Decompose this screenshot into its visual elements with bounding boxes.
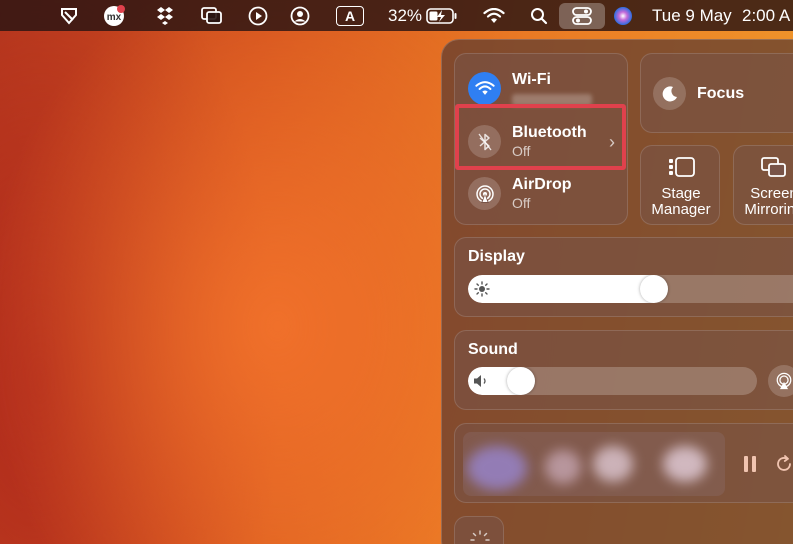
- battery-percent: 32%: [388, 0, 422, 31]
- date-text: Tue 9 May: [652, 5, 732, 25]
- speaker-icon: [473, 374, 491, 393]
- brightness-sun-icon: [469, 529, 491, 544]
- window-stack-icon[interactable]: [198, 0, 226, 31]
- wifi-icon[interactable]: [481, 0, 507, 31]
- screen-mirroring-tile[interactable]: Screen Mirroring: [733, 145, 793, 225]
- airdrop-status: Off: [512, 195, 531, 211]
- bottom-tile-partial[interactable]: [454, 516, 504, 544]
- siri-icon[interactable]: [611, 0, 635, 31]
- stage-manager-line1: Stage: [661, 185, 701, 202]
- screen-mirroring-line2: Mirroring: [744, 201, 793, 218]
- stage-manager-icon: [668, 156, 696, 183]
- display-title: Display: [468, 248, 525, 265]
- focus-label: Focus: [697, 85, 745, 102]
- screen-mirroring-icon: [761, 156, 787, 183]
- volume-slider[interactable]: [468, 367, 757, 395]
- stage-manager-tile[interactable]: Stage Manager: [640, 145, 720, 225]
- airplay-audio-icon[interactable]: [768, 365, 793, 397]
- svg-text:mx: mx: [107, 12, 122, 23]
- sun-icon: [474, 281, 490, 302]
- airdrop-row[interactable]: AirDrop Off: [468, 176, 572, 211]
- focus-tile[interactable]: Focus: [640, 53, 793, 133]
- brightness-slider-knob[interactable]: [640, 275, 668, 303]
- scissors-icon[interactable]: [56, 0, 82, 31]
- search-icon[interactable]: [528, 0, 550, 31]
- brightness-slider[interactable]: [468, 275, 793, 303]
- wifi-icon[interactable]: [468, 72, 501, 105]
- sound-tile: Sound: [454, 330, 793, 410]
- screen-mirroring-label: Screen Mirroring: [734, 186, 793, 218]
- pause-icon[interactable]: [743, 455, 757, 478]
- brightness-slider-fill: [468, 275, 654, 303]
- stage-manager-label: Stage Manager: [641, 186, 721, 218]
- battery-charging-icon[interactable]: [425, 0, 459, 31]
- volume-slider-knob[interactable]: [507, 367, 535, 395]
- wifi-row[interactable]: Wi-Fi: [468, 71, 592, 106]
- input-source-label: A: [336, 5, 364, 26]
- display-tile: Display: [454, 237, 793, 317]
- control-center-icon[interactable]: [559, 3, 605, 29]
- input-source-icon[interactable]: A: [335, 0, 365, 31]
- now-playing-artwork-redacted: [463, 432, 725, 496]
- time-text: 2:00 A: [742, 5, 791, 25]
- moon-icon: [653, 77, 686, 110]
- screen-mirroring-line1: Screen: [750, 185, 793, 202]
- airdrop-icon[interactable]: [468, 177, 501, 210]
- wifi-title: Wi-Fi: [512, 71, 551, 88]
- dropbox-icon[interactable]: [153, 0, 177, 31]
- mx-app-icon[interactable]: mx: [100, 0, 128, 31]
- airdrop-title: AirDrop: [512, 176, 572, 193]
- clock[interactable]: 2:00 A: [742, 0, 793, 31]
- user-circle-icon[interactable]: [287, 0, 313, 31]
- battery-percent-text: 32%: [387, 5, 423, 25]
- bluetooth-highlight-box: [455, 104, 626, 170]
- play-icon[interactable]: [245, 0, 271, 31]
- stage-manager-line2: Manager: [651, 201, 711, 218]
- date[interactable]: Tue 9 May: [652, 0, 734, 31]
- now-playing-tile[interactable]: [454, 423, 793, 503]
- menu-bar: mx A 32% Tue 9 May 2:00 A: [0, 0, 793, 31]
- sound-title: Sound: [468, 341, 518, 358]
- refresh-icon[interactable]: [775, 455, 793, 478]
